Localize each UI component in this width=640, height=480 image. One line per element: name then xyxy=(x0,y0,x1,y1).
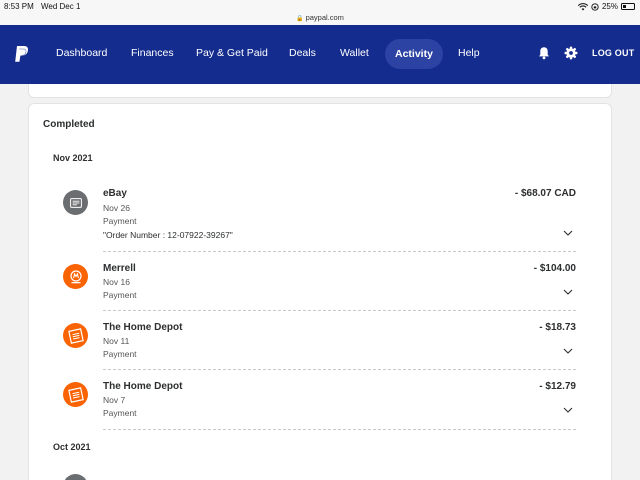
transaction-note: "Order Number : 12-07922-39267" xyxy=(103,230,233,240)
home-depot-logo-icon xyxy=(63,382,88,407)
nav-pay-get-paid[interactable]: Pay & Get Paid xyxy=(196,47,268,59)
wifi-icon xyxy=(577,2,588,10)
status-date: Wed Dec 1 xyxy=(41,2,81,11)
transaction-amount: - $68.07 CAD xyxy=(514,188,576,199)
merchant-name: The Home Depot xyxy=(103,322,183,333)
orientation-lock-icon xyxy=(591,2,599,11)
transaction-row-partial[interactable] xyxy=(53,474,576,480)
chevron-down-icon[interactable] xyxy=(563,289,573,295)
nav-help[interactable]: Help xyxy=(458,47,480,59)
home-depot-logo-icon xyxy=(63,323,88,348)
top-navigation: Dashboard Finances Pay & Get Paid Deals … xyxy=(0,25,640,84)
transaction-date: Nov 7 xyxy=(103,395,126,405)
address-url: paypal.com xyxy=(305,13,344,22)
transaction-amount: - $12.79 xyxy=(539,381,576,392)
row-divider xyxy=(103,251,576,252)
paypal-logo[interactable] xyxy=(14,45,30,63)
chevron-down-icon[interactable] xyxy=(563,407,573,413)
nav-activity[interactable]: Activity xyxy=(385,39,443,69)
status-bar: 8:53 PM Wed Dec 1 🔒 paypal.com 25% xyxy=(0,0,640,25)
gear-icon[interactable] xyxy=(564,46,578,60)
transaction-date: Nov 26 xyxy=(103,203,130,213)
chevron-down-icon[interactable] xyxy=(563,348,573,354)
section-title-completed: Completed xyxy=(43,119,95,130)
transaction-type: Payment xyxy=(103,408,137,418)
nav-wallet[interactable]: Wallet xyxy=(340,47,369,59)
merchant-name: Merrell xyxy=(103,263,136,274)
transaction-row[interactable]: The Home Depot Nov 11 Payment - $18.73 xyxy=(53,321,576,365)
transaction-amount: - $104.00 xyxy=(533,263,576,274)
transaction-date: Nov 16 xyxy=(103,277,130,287)
merchant-icon xyxy=(63,474,88,480)
merchant-name: The Home Depot xyxy=(103,381,183,392)
row-divider xyxy=(103,369,576,370)
nav-deals[interactable]: Deals xyxy=(289,47,316,59)
transaction-type: Payment xyxy=(103,216,137,226)
chevron-down-icon[interactable] xyxy=(563,230,573,236)
status-time: 8:53 PM xyxy=(4,2,34,11)
transaction-type: Payment xyxy=(103,349,137,359)
bell-icon[interactable] xyxy=(537,46,551,60)
logout-button[interactable]: LOG OUT xyxy=(592,48,634,58)
nav-finances[interactable]: Finances xyxy=(131,47,174,59)
transaction-row[interactable]: Merrell Nov 16 Payment - $104.00 xyxy=(53,262,576,306)
row-divider xyxy=(103,310,576,311)
battery-icon xyxy=(621,3,635,10)
transaction-amount: - $18.73 xyxy=(539,322,576,333)
previous-card xyxy=(28,84,612,98)
transaction-row[interactable]: The Home Depot Nov 7 Payment - $12.79 xyxy=(53,380,576,424)
ebay-receipt-icon xyxy=(63,190,88,215)
transaction-date: Nov 11 xyxy=(103,336,130,346)
lock-icon: 🔒 xyxy=(296,16,304,22)
status-indicators: 25% xyxy=(577,2,635,11)
nav-dashboard[interactable]: Dashboard xyxy=(56,47,107,59)
month-header: Nov 2021 xyxy=(53,153,93,163)
merchant-name: eBay xyxy=(103,188,127,199)
address-bar[interactable]: 🔒 paypal.com xyxy=(0,13,640,22)
transaction-type: Payment xyxy=(103,290,137,300)
battery-percentage: 25% xyxy=(601,2,618,11)
month-header: Oct 2021 xyxy=(53,442,91,452)
transaction-row[interactable]: eBay Nov 26 Payment "Order Number : 12-0… xyxy=(53,186,576,246)
merrell-logo-icon xyxy=(63,264,88,289)
row-divider xyxy=(103,429,576,430)
